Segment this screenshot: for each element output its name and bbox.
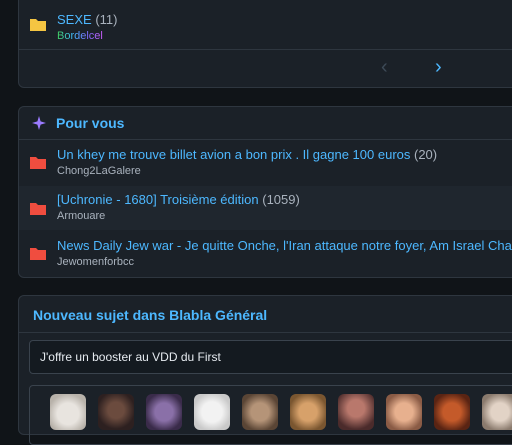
topic-title[interactable]: News Daily Jew war - Je quitte Onche, l'… xyxy=(57,238,512,253)
topic-title[interactable]: [Uchronie - 1680] Troisième édition xyxy=(57,192,259,207)
sticker-strip xyxy=(29,385,512,445)
topic-author[interactable]: Jewomenforbcc xyxy=(57,256,134,268)
subject-input-value[interactable]: J'offre un booster au VDD du First xyxy=(40,350,221,364)
forum-list-panel: SEXE (11) Bordelcel ‹ › xyxy=(18,0,512,88)
topic-author[interactable]: Chong2LaGalere xyxy=(57,165,141,177)
new-topic-panel: Nouveau sujet dans Blabla Général J'offr… xyxy=(18,295,512,445)
sticker[interactable] xyxy=(242,394,278,430)
chevron-left-icon[interactable]: ‹ xyxy=(381,57,388,77)
sticker[interactable] xyxy=(146,394,182,430)
for-you-panel: Pour vous Un khey me trouve billet avion… xyxy=(18,106,512,278)
sticker[interactable] xyxy=(434,394,470,430)
sticker[interactable] xyxy=(194,394,230,430)
folder-icon xyxy=(30,248,46,260)
topic-count: (20) xyxy=(414,147,438,162)
divider xyxy=(19,49,512,50)
forum-item-author[interactable]: Bordelcel xyxy=(57,30,103,42)
topic-count: (1059) xyxy=(262,192,300,207)
sticker[interactable] xyxy=(290,394,326,430)
forum-item-count: (11) xyxy=(95,12,118,27)
sparkle-icon xyxy=(32,116,46,130)
section-header: Nouveau sujet dans Blabla Général xyxy=(19,296,512,333)
sticker[interactable] xyxy=(482,394,512,430)
subject-input[interactable]: J'offre un booster au VDD du First xyxy=(29,340,512,374)
topic-author[interactable]: Armouare xyxy=(57,210,105,222)
sticker[interactable] xyxy=(338,394,374,430)
folder-icon xyxy=(30,157,46,169)
section-title: Nouveau sujet dans Blabla Général xyxy=(33,307,268,323)
forum-item-title[interactable]: SEXE xyxy=(57,12,92,27)
folder-icon xyxy=(30,203,46,215)
topic-title[interactable]: Un khey me trouve billet avion a bon pri… xyxy=(57,147,410,162)
section-title: Pour vous xyxy=(56,115,125,131)
sticker[interactable] xyxy=(386,394,422,430)
sticker[interactable] xyxy=(98,394,134,430)
chevron-right-icon[interactable]: › xyxy=(435,57,442,77)
section-header: Pour vous xyxy=(19,107,512,140)
sticker[interactable] xyxy=(50,394,86,430)
folder-icon xyxy=(30,19,46,31)
topic-row[interactable]: News Daily Jew war - Je quitte Onche, l'… xyxy=(19,231,512,275)
topic-row[interactable]: Un khey me trouve billet avion a bon pri… xyxy=(19,140,512,184)
topic-row[interactable]: [Uchronie - 1680] Troisième édition (105… xyxy=(19,186,512,230)
